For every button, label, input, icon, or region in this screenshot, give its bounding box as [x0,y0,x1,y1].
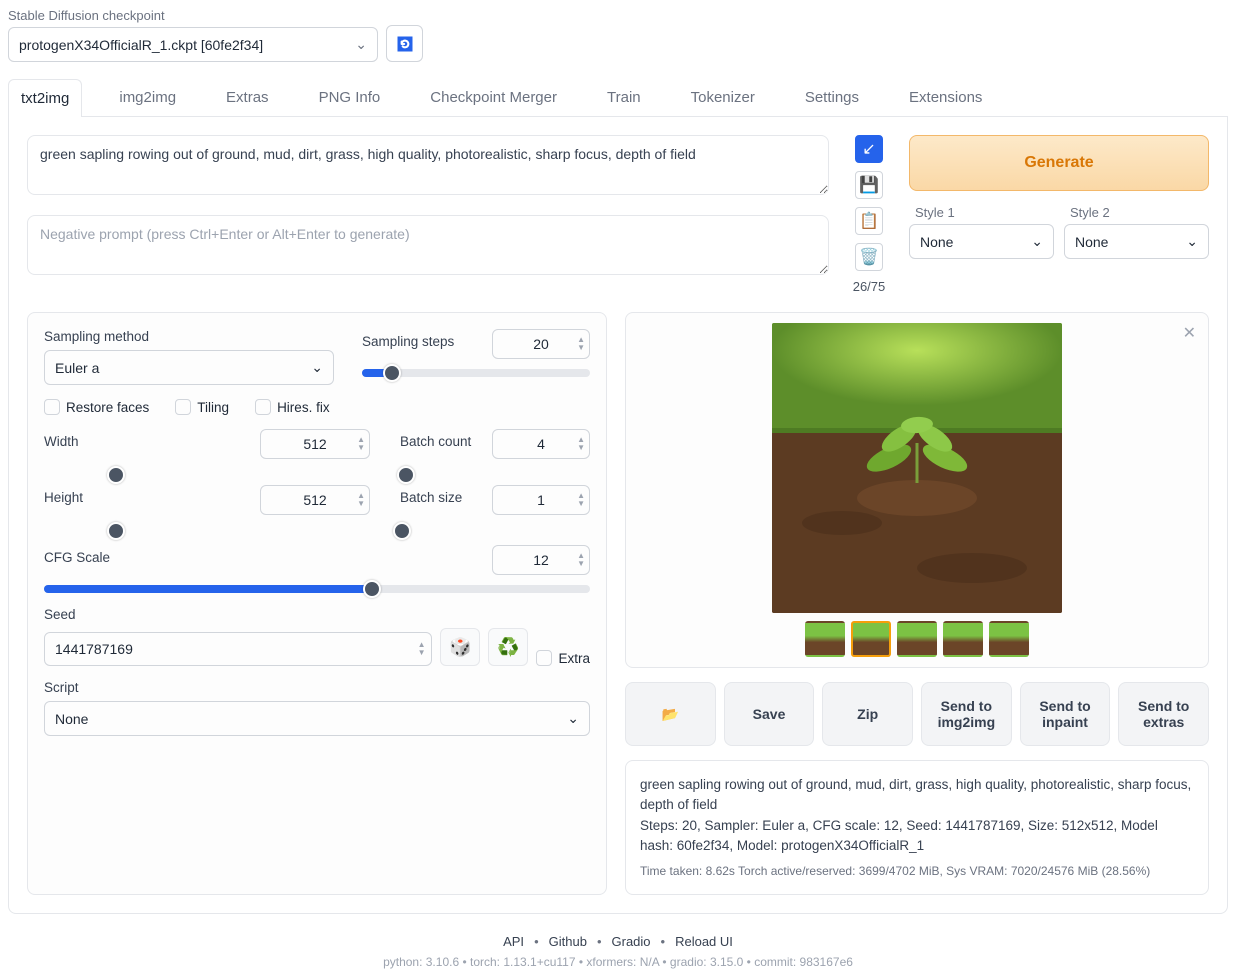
folder-icon: 📂 [662,706,679,723]
checkpoint-label: Stable Diffusion checkpoint [8,8,378,23]
spinner-icon[interactable]: ▲▼ [357,492,365,508]
output-gallery: ✕ [625,312,1209,668]
batch-size-input[interactable]: 1▲▼ [492,485,590,515]
checkpoint-select[interactable]: protogenX34OfficialR_1.ckpt [60fe2f34] ⌄ [8,27,378,62]
footer-link-gradio[interactable]: Gradio [612,934,651,949]
prompt-input[interactable] [27,135,829,195]
sampling-steps-label: Sampling steps [362,334,454,349]
spinner-icon[interactable]: ▲▼ [577,492,585,508]
interrogate-button[interactable]: ↙ [855,135,883,163]
tab-tokenizer[interactable]: Tokenizer [678,78,768,116]
restore-faces-checkbox[interactable]: Restore faces [44,399,149,415]
output-image[interactable] [772,323,1062,613]
footer-link-github[interactable]: Github [549,934,587,949]
style2-label: Style 2 [1064,205,1209,220]
style1-label: Style 1 [909,205,1054,220]
token-count: 26/75 [853,279,886,294]
tab-settings[interactable]: Settings [792,78,872,116]
sampling-steps-slider[interactable] [362,369,590,377]
paste-button[interactable]: 📋 [855,207,883,235]
info-params: Steps: 20, Sampler: Euler a, CFG scale: … [640,816,1194,857]
generation-info: green sapling rowing out of ground, mud,… [625,760,1209,895]
thumbnail-0[interactable] [805,621,845,657]
footer-link-api[interactable]: API [503,934,524,949]
height-input[interactable]: 512▲▼ [260,485,370,515]
batch-size-label: Batch size [400,490,462,505]
script-select[interactable]: None⌄ [44,701,590,736]
sampling-method-select[interactable]: Euler a⌄ [44,350,334,385]
checkpoint-value: protogenX34OfficialR_1.ckpt [60fe2f34] [19,37,263,53]
tab-train[interactable]: Train [594,78,654,116]
chevron-down-icon: ⌄ [1031,233,1043,250]
tab-png-info[interactable]: PNG Info [306,78,394,116]
tab-checkpoint-merger[interactable]: Checkpoint Merger [417,78,570,116]
clipboard-icon: 📋 [859,211,879,231]
tab-extras[interactable]: Extras [213,78,282,116]
width-input[interactable]: 512▲▼ [260,429,370,459]
chevron-down-icon: ⌄ [1186,233,1198,250]
thumbnail-1[interactable] [851,621,891,657]
dice-icon: 🎲 [449,637,471,658]
footer-links: API•Github•Gradio•Reload UI [8,934,1228,949]
arrow-icon: ↙ [862,139,875,159]
spinner-icon[interactable]: ▲▼ [418,641,426,657]
spinner-icon[interactable]: ▲▼ [357,436,365,452]
save-prompt-button[interactable]: 💾 [855,171,883,199]
info-stats: Time taken: 8.62s Torch active/reserved:… [640,862,1194,880]
floppy-icon: 💾 [859,175,879,195]
sampling-steps-input[interactable]: 20▲▼ [492,329,590,359]
send-inpaint-button[interactable]: Send to inpaint [1020,682,1111,746]
seed-input[interactable]: 1441787169▲▼ [44,632,432,666]
spinner-icon[interactable]: ▲▼ [577,336,585,352]
extra-checkbox[interactable]: Extra [536,650,590,666]
chevron-down-icon: ⌄ [355,36,367,53]
style1-select[interactable]: None⌄ [909,224,1054,259]
clear-button[interactable]: 🗑️ [855,243,883,271]
tab-extensions[interactable]: Extensions [896,78,995,116]
tab-txt2img[interactable]: txt2img [8,79,82,117]
open-folder-button[interactable]: 📂 [625,682,716,746]
height-label: Height [44,490,83,505]
main-tabs: txt2img img2img Extras PNG Info Checkpoint M… [8,78,1228,117]
send-extras-button[interactable]: Send to extras [1118,682,1209,746]
style2-select[interactable]: None⌄ [1064,224,1209,259]
save-button[interactable]: Save [724,682,815,746]
thumbnail-2[interactable] [897,621,937,657]
cfg-label: CFG Scale [44,550,110,565]
batch-count-label: Batch count [400,434,471,449]
refresh-checkpoint-button[interactable] [386,25,423,62]
thumbnail-4[interactable] [989,621,1029,657]
generate-button[interactable]: Generate [909,135,1209,191]
chevron-down-icon: ⌄ [567,710,579,727]
negative-prompt-input[interactable] [27,215,829,275]
cfg-slider[interactable] [44,585,590,593]
batch-count-input[interactable]: 4▲▼ [492,429,590,459]
script-label: Script [44,680,590,695]
trash-icon: 🗑️ [859,247,879,267]
footer-versions: python: 3.10.6 • torch: 1.13.1+cu117 • x… [8,955,1228,969]
tiling-checkbox[interactable]: Tiling [175,399,229,415]
hires-fix-checkbox[interactable]: Hires. fix [255,399,330,415]
recycle-seed-button[interactable]: ♻️ [488,628,528,666]
zip-button[interactable]: Zip [822,682,913,746]
recycle-icon: ♻️ [497,637,519,658]
refresh-icon [395,34,415,54]
thumbnail-3[interactable] [943,621,983,657]
footer-link-reload-ui[interactable]: Reload UI [675,934,733,949]
tab-img2img[interactable]: img2img [106,78,189,116]
send-img2img-button[interactable]: Send to img2img [921,682,1012,746]
sampling-method-label: Sampling method [44,329,334,344]
chevron-down-icon: ⌄ [311,359,323,376]
cfg-input[interactable]: 12▲▼ [492,545,590,575]
spinner-icon[interactable]: ▲▼ [577,552,585,568]
close-icon[interactable]: ✕ [1183,323,1196,343]
dice-seed-button[interactable]: 🎲 [440,628,480,666]
spinner-icon[interactable]: ▲▼ [577,436,585,452]
info-prompt: green sapling rowing out of ground, mud,… [640,775,1194,816]
width-label: Width [44,434,79,449]
seed-label: Seed [44,607,590,622]
